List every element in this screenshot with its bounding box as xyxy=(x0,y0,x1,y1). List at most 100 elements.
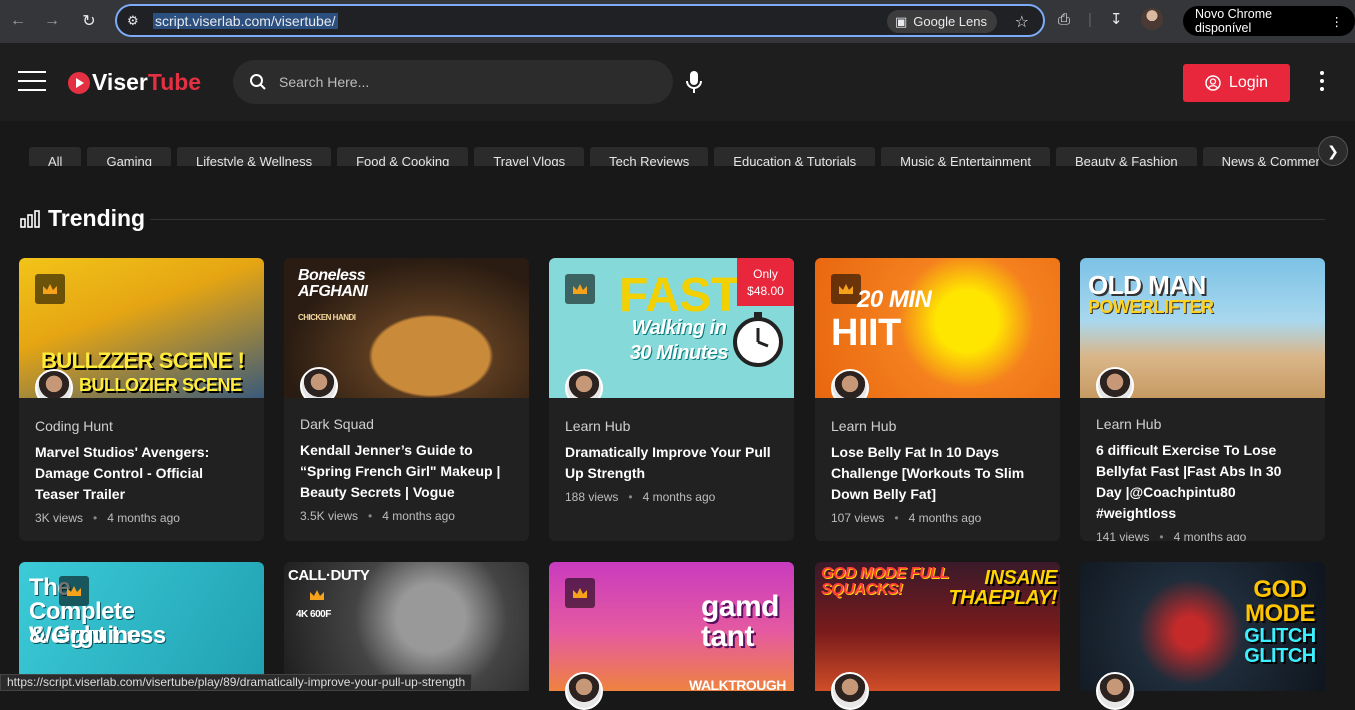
chrome-update-button[interactable]: Novo Chrome disponível ⋮ xyxy=(1183,6,1355,36)
video-meta: 3.5K views • 4 months ago xyxy=(300,509,513,523)
video-thumbnail[interactable]: Boneless AFGHANI CHICKEN HANDI xyxy=(284,258,529,398)
search-input[interactable] xyxy=(279,74,659,90)
channel-name[interactable]: Coding Hunt xyxy=(35,418,248,434)
video-card[interactable]: The Complete Weight Loss & Grguine xyxy=(19,562,264,691)
thumbnail-subtext: 4K 600F xyxy=(296,609,331,620)
chip-music[interactable]: Music & Entertainment xyxy=(881,147,1050,166)
channel-avatar[interactable] xyxy=(565,369,603,398)
channel-name[interactable]: Learn Hub xyxy=(831,418,1044,434)
thumbnail-text: Boneless AFGHANI xyxy=(298,267,368,300)
trending-bars-icon xyxy=(20,209,40,228)
video-meta: 141 views • 4 months ago xyxy=(1096,530,1309,541)
upload-age: 4 months ago xyxy=(1173,530,1247,541)
chip-beauty[interactable]: Beauty & Fashion xyxy=(1055,147,1197,166)
video-thumbnail[interactable]: OLD MAN POWERLIFTER xyxy=(1080,258,1325,398)
thumbnail-subtext: INSANE THAEPLAY! xyxy=(948,567,1058,609)
channel-avatar[interactable] xyxy=(300,367,338,398)
browser-toolbar: ← → ↻ ⚙ script.viserlab.com/visertube/ ▣… xyxy=(0,0,1355,43)
login-button[interactable]: Login xyxy=(1183,64,1290,102)
thumbnail-subtext: CHICKEN HANDI xyxy=(298,313,356,322)
video-thumbnail[interactable]: FAST Walking in 30 Minutes Only $48.00 xyxy=(549,258,794,398)
address-bar[interactable]: ⚙ script.viserlab.com/visertube/ ▣ Googl… xyxy=(115,4,1045,37)
video-thumbnail[interactable]: CALL·DUTY 4K 600F xyxy=(284,562,529,691)
video-thumbnail[interactable]: The Complete Weight Loss & Grguine xyxy=(19,562,264,691)
view-count: 3.5K views xyxy=(300,509,359,523)
channel-name[interactable]: Learn Hub xyxy=(565,418,778,434)
premium-crown-icon xyxy=(565,578,595,608)
play-logo-icon xyxy=(68,71,90,94)
upload-age: 4 months ago xyxy=(908,511,982,525)
chip-lifestyle[interactable]: Lifestyle & Wellness xyxy=(176,147,332,166)
video-thumbnail[interactable]: 20 MIN HIIT xyxy=(815,258,1060,398)
microphone-icon[interactable] xyxy=(684,70,704,94)
video-thumbnail[interactable]: BULLZZER SCENE ! BULLOZIER SCENE xyxy=(19,258,264,398)
channel-avatar[interactable] xyxy=(831,672,869,710)
premium-crown-icon xyxy=(35,274,65,304)
chrome-menu-icon[interactable]: ⋮ xyxy=(1331,14,1344,29)
video-card[interactable]: BULLZZER SCENE ! BULLOZIER SCENE Coding … xyxy=(19,258,264,541)
video-card[interactable]: 20 MIN HIIT Learn Hub Lose Belly Fat In … xyxy=(815,258,1060,541)
google-lens-button[interactable]: ▣ Google Lens xyxy=(886,10,997,33)
site-info-icon[interactable]: ⚙ xyxy=(127,13,139,29)
thumbnail-text: 20 MIN xyxy=(857,286,932,313)
profile-avatar[interactable] xyxy=(1140,8,1163,30)
back-icon[interactable]: ← xyxy=(2,5,34,37)
chip-news[interactable]: News & Commentary xyxy=(1202,147,1319,166)
view-count: 3K views xyxy=(35,511,84,525)
link-status-bar: https://script.viserlab.com/visertube/pl… xyxy=(0,674,473,691)
meta-separator: • xyxy=(93,511,98,525)
view-count: 107 views xyxy=(831,511,885,525)
video-title[interactable]: Marvel Studios' Avengers: Damage Control… xyxy=(35,442,248,505)
search-icon[interactable] xyxy=(249,73,267,91)
more-options-icon[interactable] xyxy=(1316,71,1328,91)
meta-separator: • xyxy=(894,511,899,525)
video-card[interactable]: OLD MAN POWERLIFTER Learn Hub 6 difficul… xyxy=(1080,258,1325,541)
video-title[interactable]: Lose Belly Fat In 10 Days Challenge [Wor… xyxy=(831,442,1044,505)
channel-avatar[interactable] xyxy=(35,369,73,398)
chip-gaming[interactable]: Gaming xyxy=(87,147,171,166)
chip-food[interactable]: Food & Cooking xyxy=(337,147,469,166)
video-card[interactable]: CALL·DUTY 4K 600F xyxy=(284,562,529,691)
video-meta: 3K views • 4 months ago xyxy=(35,511,248,525)
visertube-logo[interactable]: Viser Tube xyxy=(68,69,201,96)
chip-tech[interactable]: Tech Reviews xyxy=(590,147,709,166)
thumbnail-subtext: BULLOZIER SCENE xyxy=(79,375,242,395)
premium-crown-icon xyxy=(302,580,332,610)
login-label: Login xyxy=(1228,74,1269,91)
chip-education[interactable]: Education & Tutorials xyxy=(714,147,876,166)
thumbnail-subtext: WALKTROUGH xyxy=(689,677,786,691)
premium-crown-icon xyxy=(59,576,89,606)
lens-label: Google Lens xyxy=(913,14,987,29)
lens-icon: ▣ xyxy=(894,13,908,29)
thumbnail-text: FAST xyxy=(619,269,740,322)
channel-name[interactable]: Dark Squad xyxy=(300,416,513,432)
meta-separator: • xyxy=(628,490,633,504)
channel-name[interactable]: Learn Hub xyxy=(1096,416,1309,432)
channel-avatar[interactable] xyxy=(1096,672,1134,710)
menu-icon[interactable] xyxy=(18,71,46,91)
video-card[interactable]: Boneless AFGHANI CHICKEN HANDI Dark Squa… xyxy=(284,258,529,541)
chip-travel[interactable]: Travel Vlogs xyxy=(474,147,585,166)
forward-icon[interactable]: → xyxy=(36,5,68,37)
extensions-icon[interactable]: ⎙ xyxy=(1058,11,1070,28)
user-icon xyxy=(1205,75,1221,91)
logo-text-viser: Viser xyxy=(92,69,148,95)
channel-avatar[interactable] xyxy=(831,369,869,398)
channel-avatar[interactable] xyxy=(565,672,603,710)
video-title[interactable]: 6 difficult Exercise To Lose Bellyfat Fa… xyxy=(1096,440,1309,524)
view-count: 141 views xyxy=(1096,530,1150,541)
video-title[interactable]: Kendall Jenner’s Guide to “Spring French… xyxy=(300,440,513,503)
url-text[interactable]: script.viserlab.com/visertube/ xyxy=(153,13,338,29)
thumbnail-subtext: POWERLIFTER xyxy=(1088,297,1214,317)
download-icon[interactable]: ↧ xyxy=(1110,10,1123,28)
chip-all[interactable]: All xyxy=(29,147,82,166)
reload-icon[interactable]: ↻ xyxy=(73,5,105,37)
channel-avatar[interactable] xyxy=(1096,367,1134,398)
chevron-right-icon[interactable]: ❯ xyxy=(1318,136,1348,166)
thumbnail-text: BULLZZER SCENE ! xyxy=(41,348,245,373)
video-card[interactable]: FAST Walking in 30 Minutes Only $48.00 Le… xyxy=(549,258,794,541)
section-heading: Trending xyxy=(20,205,145,232)
bookmark-star-icon[interactable]: ☆ xyxy=(1015,12,1029,32)
thumbnail-text: OLD MAN xyxy=(1088,270,1206,300)
video-title[interactable]: Dramatically Improve Your Pull Up Streng… xyxy=(565,442,778,484)
